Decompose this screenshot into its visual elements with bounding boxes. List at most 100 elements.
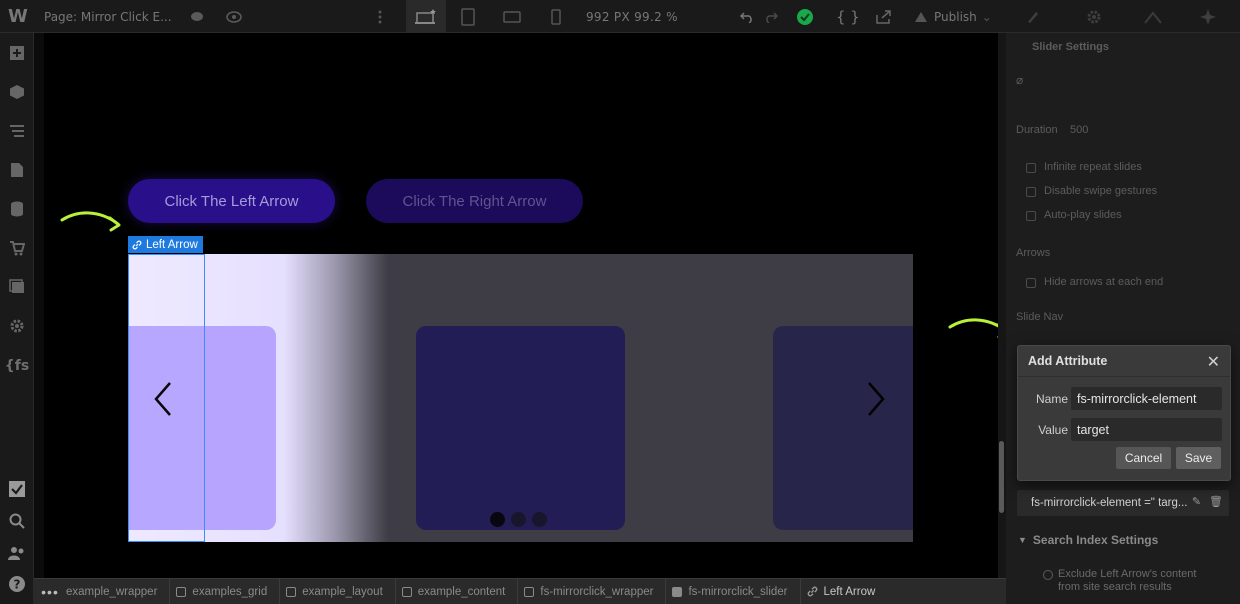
assets-images-icon[interactable] [0, 274, 34, 300]
breadcrumb-item[interactable]: example_wrapper [66, 579, 171, 604]
slider-dot[interactable] [532, 512, 547, 527]
custom-attribute-row[interactable]: fs-mirrorclick-element =" targ... ✎ 🗑 [1017, 490, 1229, 516]
dialog-divider [1018, 376, 1230, 377]
pages-icon[interactable] [0, 157, 34, 183]
slide-card[interactable] [416, 326, 625, 530]
attribute-name-field[interactable]: fs-mirrorclick-element [1071, 387, 1222, 410]
slider-dot[interactable] [490, 512, 505, 527]
page-label: Page: Mirror Click E... [44, 9, 172, 24]
add-panel-icon[interactable] [0, 40, 34, 66]
panel-section-title: Slider Settings [1032, 41, 1110, 53]
settings-gear-icon[interactable] [1086, 0, 1102, 33]
dialog-title: Add Attribute [1028, 354, 1108, 368]
more-options-icon[interactable] [378, 0, 382, 33]
breadcrumb-more-icon[interactable]: ••• [34, 584, 66, 600]
breadcrumb-label: example_content [417, 585, 506, 598]
page-selector[interactable]: Page: Mirror Click E... [44, 0, 172, 33]
hide-arrows-checkbox[interactable] [1026, 278, 1036, 288]
attribute-text: fs-mirrorclick-element =" targ... [1031, 497, 1188, 509]
autoplay-checkbox[interactable] [1026, 211, 1036, 221]
breadcrumb-label: Left Arrow [823, 585, 876, 598]
breadcrumb-item[interactable]: examples_grid [170, 579, 281, 604]
desktop-breakpoint-icon[interactable] [406, 0, 446, 33]
option-label: Hide arrows at each end [1044, 276, 1164, 288]
chevron-down-icon: ⌄ [981, 9, 992, 24]
breadcrumb-item[interactable]: fs-mirrorclick_wrapper [518, 579, 667, 604]
square-icon [401, 586, 412, 597]
status-check-icon[interactable] [796, 0, 814, 33]
search-index-section[interactable]: ▼ Search Index Settings [1018, 533, 1158, 547]
mobile-landscape-breakpoint-icon[interactable] [492, 0, 532, 33]
style-brush-icon[interactable] [1026, 0, 1040, 33]
symbols-cube-icon[interactable] [0, 79, 34, 105]
exclude-search-radio[interactable] [1043, 570, 1053, 580]
click-right-arrow-button[interactable]: Click The Right Arrow [366, 179, 583, 223]
save-button[interactable]: Save [1176, 447, 1221, 469]
slider-icon [672, 586, 683, 597]
breadcrumb-item[interactable]: fs-mirrorclick_slider [666, 579, 801, 604]
comments-icon[interactable] [190, 0, 204, 33]
breadcrumb-label: fs-mirrorclick_wrapper [540, 585, 654, 598]
slide-nav-heading: Slide Nav [1016, 311, 1064, 323]
left-toolbar: {fs ? [0, 33, 34, 604]
value-label: Value [1038, 423, 1068, 437]
arrows-heading: Arrows [1016, 247, 1051, 259]
breadcrumb-item[interactable]: example_content [396, 579, 519, 604]
mirrorclick-slider[interactable] [128, 254, 913, 542]
tablet-breakpoint-icon[interactable] [448, 0, 488, 33]
breadcrumb-label: example_wrapper [66, 585, 158, 598]
breadcrumb-label: example_layout [302, 585, 383, 598]
canvas-scrollbar[interactable] [998, 33, 1006, 578]
code-export-icon[interactable]: { } [836, 0, 860, 33]
duration-value[interactable]: 500 [1070, 124, 1088, 136]
trash-icon[interactable]: 🗑 [1209, 495, 1223, 508]
effects-icon[interactable] [1200, 0, 1216, 33]
slide-card[interactable] [773, 326, 913, 530]
breadcrumb-item-current[interactable]: Left Arrow [801, 579, 888, 604]
finsweet-fs-icon[interactable]: {fs [0, 353, 34, 379]
search-icon[interactable] [0, 508, 34, 534]
infinite-checkbox[interactable] [1026, 163, 1036, 173]
share-icon[interactable] [876, 0, 892, 33]
square-icon [524, 586, 535, 597]
svg-text:?: ? [14, 578, 21, 592]
preview-eye-icon[interactable] [226, 0, 242, 33]
selected-element-label: Left Arrow [146, 238, 198, 251]
redo-icon[interactable] [764, 0, 778, 33]
help-question-icon[interactable]: ? [0, 571, 34, 597]
selected-element-outline [128, 254, 205, 542]
canvas-gutter [34, 33, 44, 578]
element-breadcrumb: ••• example_wrapper examples_grid exampl… [34, 578, 1006, 604]
slider-right-arrow-icon[interactable] [861, 379, 891, 419]
swipe-checkbox[interactable] [1026, 187, 1036, 197]
breadcrumb-item[interactable]: example_layout [280, 579, 396, 604]
undo-icon[interactable] [740, 0, 754, 33]
slider-dot[interactable] [511, 512, 526, 527]
interactions-icon[interactable] [1144, 0, 1162, 33]
cancel-button[interactable]: Cancel [1116, 447, 1171, 469]
option-label: Disable swipe gestures [1044, 185, 1158, 197]
settings-gear-icon[interactable] [0, 313, 34, 339]
hand-drawn-arrow-icon [60, 211, 121, 232]
square-icon [176, 586, 187, 597]
option-label: Infinite repeat slides [1044, 161, 1142, 173]
tasks-checkbox-icon[interactable] [0, 476, 34, 502]
canvas-size-readout: 992 PX 99.2 % [586, 9, 678, 24]
exclude-search-text-2: from site search results [1058, 581, 1172, 593]
collaborators-icon[interactable] [0, 540, 34, 566]
mobile-portrait-breakpoint-icon[interactable] [536, 0, 576, 33]
close-icon[interactable]: ✕ [1207, 352, 1220, 372]
navigator-icon[interactable] [0, 118, 34, 144]
square-icon [286, 586, 297, 597]
webflow-logo-icon[interactable]: W [8, 0, 28, 33]
scrollbar-thumb[interactable] [999, 441, 1004, 513]
breadcrumb-label: examples_grid [192, 585, 268, 598]
publish-button[interactable]: Publish ⌄ [914, 0, 992, 33]
edit-pencil-icon[interactable]: ✎ [1192, 495, 1201, 508]
selected-element-tag[interactable]: Left Arrow [128, 236, 203, 253]
click-left-arrow-button[interactable]: Click The Left Arrow [128, 179, 335, 223]
cms-database-icon[interactable] [0, 196, 34, 222]
breadcrumb-label: fs-mirrorclick_slider [688, 585, 788, 598]
ecommerce-cart-icon[interactable] [0, 235, 34, 261]
attribute-value-field[interactable]: target [1071, 418, 1222, 441]
